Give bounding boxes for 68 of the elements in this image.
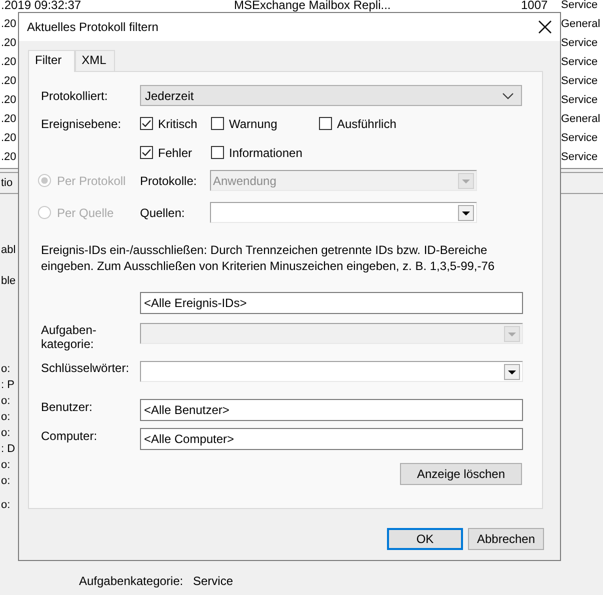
label-text: o:	[1, 362, 10, 376]
table-cell: Service	[561, 93, 598, 107]
table-cell: .20	[1, 74, 16, 88]
label-text: : P	[1, 378, 14, 392]
input-field[interactable]: <Alle Computer>	[140, 428, 523, 450]
tab-label: tio	[1, 176, 13, 190]
clear-button[interactable]: Anzeige löschen	[400, 463, 522, 485]
checkbox-label: Informationen	[229, 146, 302, 160]
label-text: o:	[1, 458, 10, 472]
table-cell: MSExchange Mailbox Repli...	[234, 0, 391, 12]
tab[interactable]: XML	[74, 50, 116, 71]
field-label: Aufgabenkategorie:	[79, 574, 184, 588]
table-cell: .20	[1, 55, 16, 69]
table-cell: .2019 09:32:37	[1, 0, 82, 12]
label-text: o:	[1, 410, 10, 424]
radio-label: Per Protokoll	[57, 174, 126, 188]
table-cell: 1007	[521, 0, 548, 12]
checkbox[interactable]	[211, 146, 224, 159]
ok-button[interactable]: OK	[387, 528, 463, 550]
table-cell: Service	[561, 55, 598, 69]
cancel-button[interactable]: Abbrechen	[468, 528, 544, 550]
table-cell: .20	[1, 150, 16, 164]
field-value: Service	[193, 574, 234, 588]
field-label: Protokolle:	[140, 174, 198, 188]
close-icon[interactable]	[538, 20, 552, 34]
table-cell: Service	[561, 36, 598, 50]
table-cell: Service	[561, 0, 598, 12]
checkbox-label: Kritisch	[158, 116, 198, 130]
field-label: Benutzer:	[41, 399, 94, 414]
label-text: o:	[1, 394, 10, 408]
field-label: Computer:	[41, 428, 98, 443]
field-label: Aufgaben-kategorie:	[41, 323, 98, 351]
label-text: o:	[1, 426, 10, 440]
instruction-text: Ereignis-IDs ein-/ausschließen: Durch Trennzeichen getrennte IDs bzw. ID-Bereiche eingeben. Zum Ausschließen von Kriterien Minuszeichen eingeben, z. B. 1,3,5-99,-76	[41, 242, 496, 274]
table-cell: Service	[561, 131, 598, 145]
table-cell: .20	[1, 17, 16, 31]
chevron-down-icon	[502, 92, 514, 100]
checkbox[interactable]	[140, 117, 153, 130]
checkbox-label: Ausführlich	[337, 116, 396, 130]
field-label: Quellen:	[140, 206, 186, 220]
table-cell: .20	[1, 112, 16, 126]
input-field[interactable]: <Alle Ereignis-IDs>	[140, 292, 523, 314]
table-cell: Service	[561, 150, 598, 164]
label-text: o:	[1, 498, 10, 512]
checkbox[interactable]	[319, 117, 332, 130]
input-field[interactable]: <Alle Benutzer>	[140, 399, 523, 421]
label-text: : D	[1, 442, 16, 456]
table-cell: .20	[1, 131, 16, 145]
table-cell: General	[561, 112, 600, 126]
table-cell: General	[561, 17, 600, 31]
radio-label: Per Quelle	[57, 206, 114, 220]
field-label: Protokolliert:	[41, 88, 109, 102]
tab[interactable]: Filter	[28, 50, 75, 72]
table-cell: .20	[1, 93, 16, 107]
checkbox[interactable]	[140, 146, 153, 159]
window-title: Aktuelles Protokoll filtern	[27, 20, 158, 34]
label-text: abl	[1, 243, 16, 257]
table-cell: .20	[1, 36, 16, 50]
checkbox-label: Fehler	[158, 146, 192, 160]
table-cell: Service	[561, 74, 598, 88]
field-label: Schlüsselwörter:	[41, 361, 130, 375]
label-text: ble	[1, 274, 16, 288]
field-label: Ereignisebene:	[41, 117, 122, 131]
dropdown-field[interactable]	[140, 361, 523, 382]
dropdown-field[interactable]: Jederzeit	[140, 85, 522, 106]
checkbox[interactable]	[211, 117, 224, 130]
checkbox-label: Warnung	[229, 116, 278, 130]
label-text: o:	[1, 474, 10, 488]
